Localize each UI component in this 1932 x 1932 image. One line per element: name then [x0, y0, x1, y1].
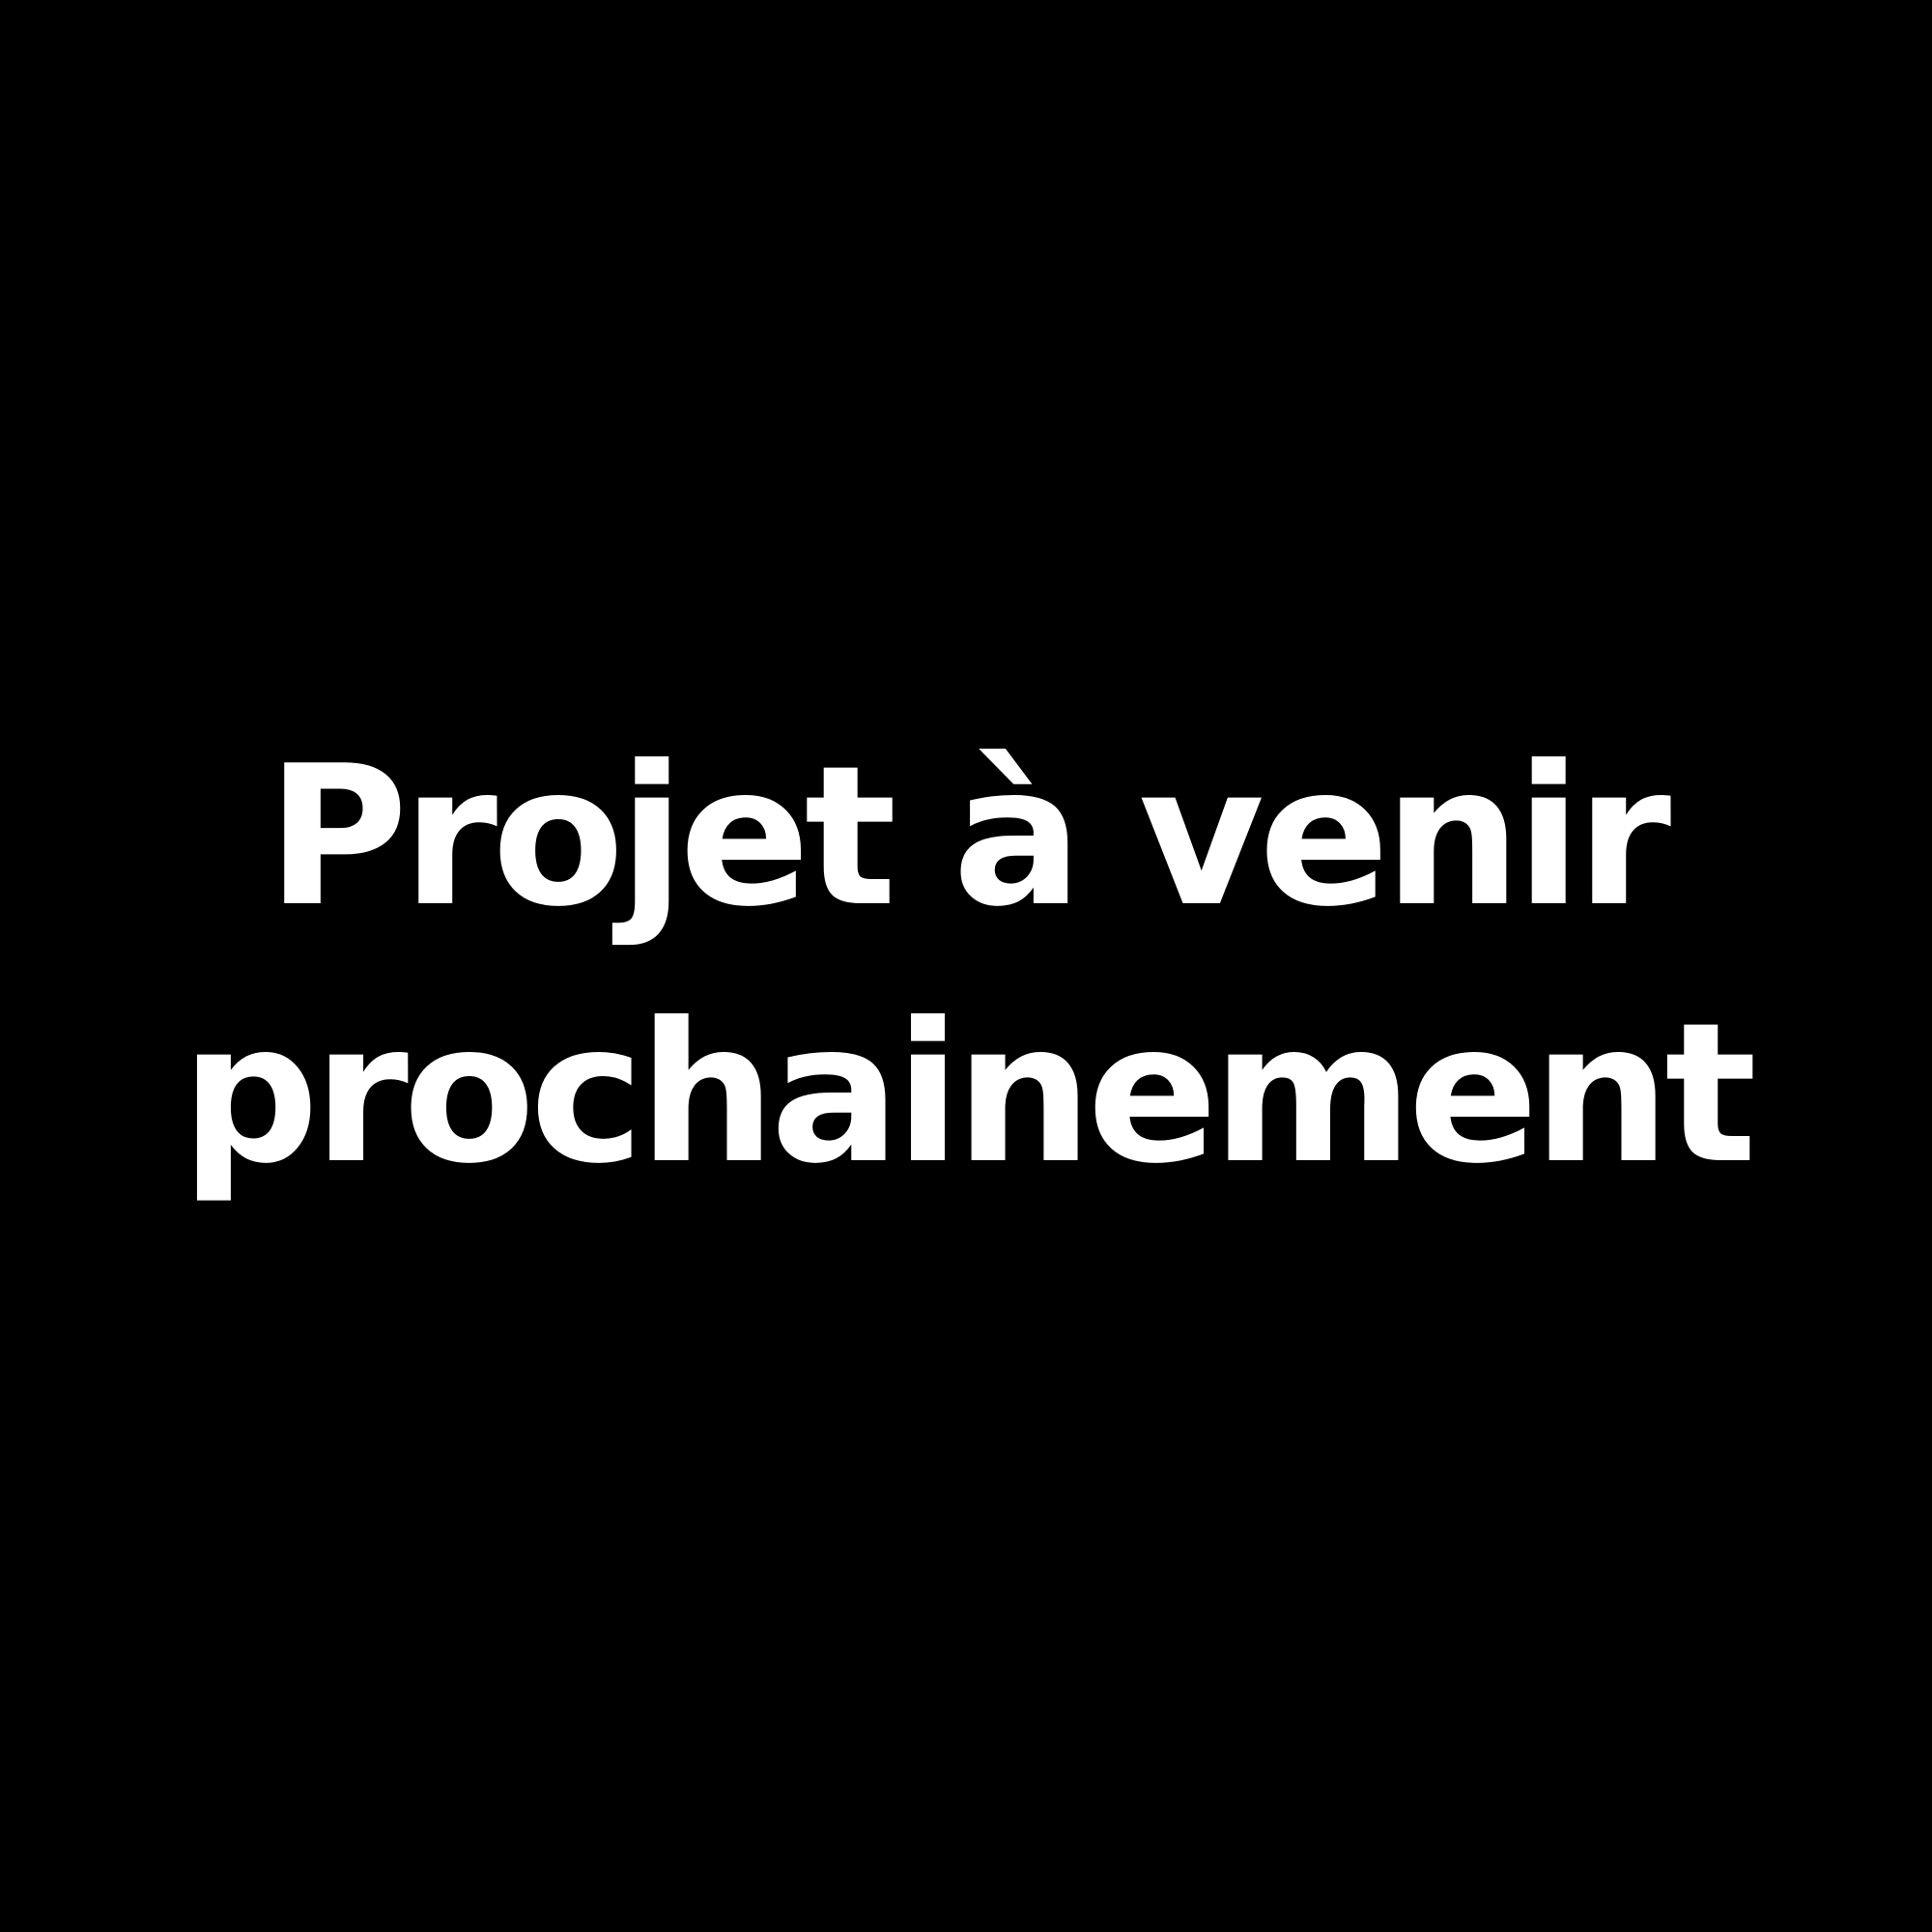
- coming-soon-screen: Projet à venir prochainement: [0, 0, 1932, 1932]
- message-line-2: prochainement: [181, 981, 1757, 1207]
- coming-soon-message: Projet à venir prochainement: [48, 709, 1884, 1223]
- message-line-1: Projet à venir: [266, 724, 1671, 950]
